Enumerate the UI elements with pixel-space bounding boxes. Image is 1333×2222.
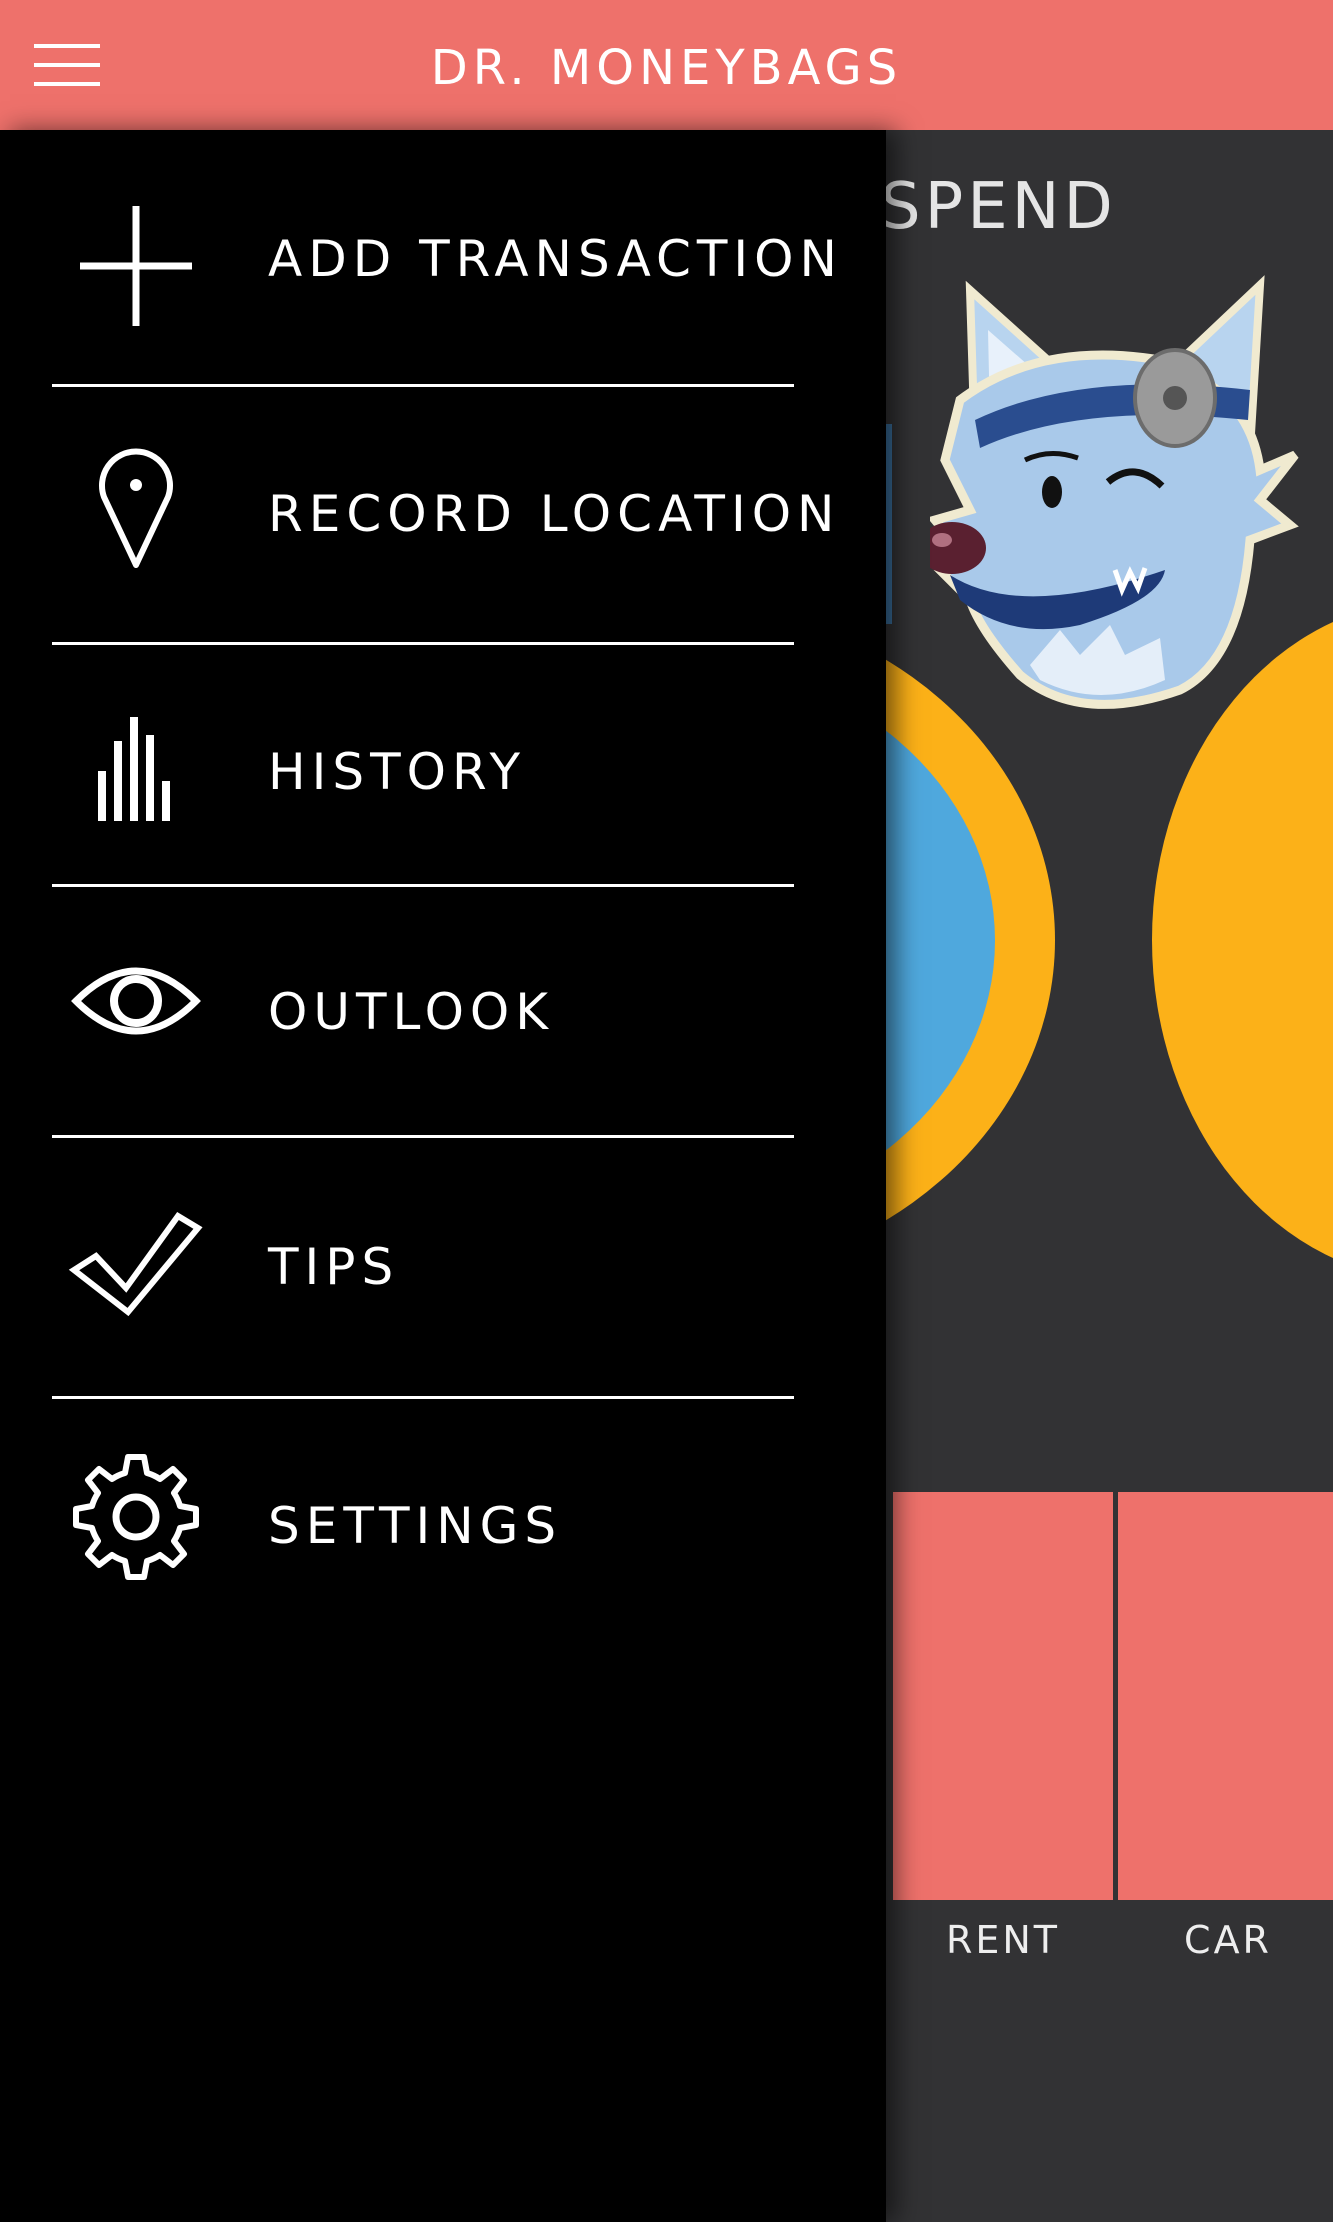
location-pin-icon xyxy=(66,437,206,577)
nav-drawer: ADD TRANSACTION RECORD LOCATION HISTORY xyxy=(0,130,886,2222)
category-bar-rent[interactable] xyxy=(893,1492,1113,1900)
spend-title: SPEND xyxy=(880,170,1117,244)
app-header: DR. MONEYBAGS xyxy=(0,0,1333,130)
menu-item-record-location[interactable]: RECORD LOCATION xyxy=(0,387,886,642)
menu-label: SETTINGS xyxy=(268,1497,563,1555)
checkmark-icon xyxy=(66,1182,206,1322)
menu-item-add-transaction[interactable]: ADD TRANSACTION xyxy=(0,130,886,385)
category-label-car: CAR xyxy=(1184,1918,1272,1962)
category-strip xyxy=(886,424,892,624)
category-label-rent: RENT xyxy=(945,1918,1061,1962)
menu-label: TIPS xyxy=(268,1238,400,1296)
gear-icon xyxy=(66,1447,206,1587)
app-title: DR. MONEYBAGS xyxy=(430,40,903,96)
menu-label: RECORD LOCATION xyxy=(268,485,841,543)
category-bar-car[interactable] xyxy=(1118,1492,1333,1900)
menu-label: OUTLOOK xyxy=(268,983,555,1041)
eye-icon xyxy=(66,931,206,1071)
menu-item-settings[interactable]: SETTINGS xyxy=(0,1399,886,1649)
bar-chart-icon xyxy=(66,691,206,831)
menu-item-outlook[interactable]: OUTLOOK xyxy=(0,887,886,1137)
menu-item-history[interactable]: HISTORY xyxy=(0,645,886,885)
plus-icon xyxy=(66,196,206,336)
wolf-doctor-mascot xyxy=(930,275,1299,709)
menu-item-tips[interactable]: TIPS xyxy=(0,1138,886,1396)
menu-label: ADD TRANSACTION xyxy=(268,230,843,288)
menu-label: HISTORY xyxy=(268,743,527,801)
